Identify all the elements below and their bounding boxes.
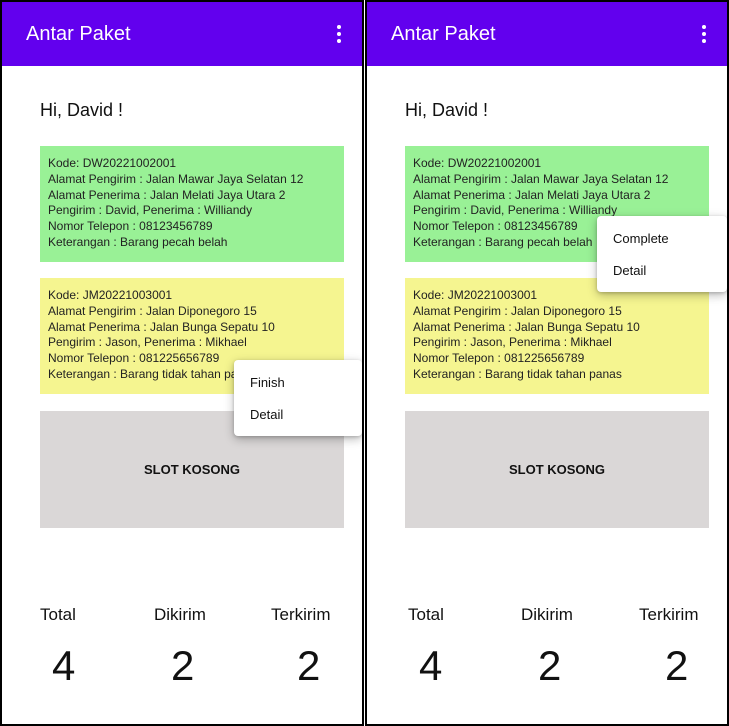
empty-slot-label: SLOT KOSONG bbox=[143, 462, 241, 477]
delivery-code: Kode: DW20221002001 bbox=[48, 156, 177, 170]
delivery-code: Kode: DW20221002001 bbox=[413, 156, 542, 170]
context-menu-left: Finish Detail bbox=[234, 360, 362, 436]
sender-address: Alamat Pengirim : Jalan Diponegoro 15 bbox=[48, 303, 257, 318]
receiver-address: Alamat Penerima : Jalan Bunga Sepatu 10 bbox=[413, 319, 640, 334]
menu-item-finish[interactable]: Finish bbox=[234, 366, 362, 398]
greeting: Hi, David ! bbox=[405, 100, 489, 120]
app-title: Antar Paket bbox=[391, 22, 496, 45]
app-bar: Antar Paket bbox=[2, 2, 362, 66]
phone-screen-right: Antar Paket Hi, David ! Kode: DW20221002… bbox=[365, 0, 729, 726]
sender-address: Alamat Pengirim : Jalan Mawar Jaya Selat… bbox=[413, 171, 669, 186]
sender-receiver: Pengirim : Jason, Penerima : Mikhael bbox=[413, 335, 612, 350]
receiver-address: Alamat Penerima : Jalan Melati Jaya Utar… bbox=[48, 187, 286, 202]
menu-item-detail[interactable]: Detail bbox=[234, 398, 362, 430]
more-vert-icon[interactable] bbox=[330, 20, 348, 48]
stat-delivered-value: 2 bbox=[297, 642, 321, 689]
sender-receiver: Pengirim : Jason, Penerima : Mikhael bbox=[48, 335, 247, 350]
phone-number: Nomor Telepon : 081225656789 bbox=[413, 351, 585, 366]
stat-total-label: Total bbox=[40, 605, 76, 624]
delivery-note: Keterangan : Barang tidak tahan panas bbox=[413, 366, 622, 381]
stat-sent-label: Dikirim bbox=[521, 605, 573, 624]
delivery-card-2[interactable]: Kode: JM20221003001 Alamat Pengirim : Ja… bbox=[405, 278, 709, 394]
phone-number: Nomor Telepon : 08123456789 bbox=[48, 219, 213, 234]
greeting: Hi, David ! bbox=[40, 100, 124, 120]
empty-slot[interactable]: SLOT KOSONG bbox=[405, 411, 709, 528]
receiver-address: Alamat Penerima : Jalan Melati Jaya Utar… bbox=[413, 187, 651, 202]
menu-item-detail[interactable]: Detail bbox=[597, 254, 727, 286]
stat-sent-value: 2 bbox=[171, 642, 195, 689]
delivery-note: Keterangan : Barang pecah belah bbox=[48, 234, 228, 249]
sender-address: Alamat Pengirim : Jalan Mawar Jaya Selat… bbox=[48, 171, 304, 186]
stat-sent-label: Dikirim bbox=[154, 605, 206, 624]
phone-screen-left: Antar Paket Hi, David ! Kode: DW20221002… bbox=[0, 0, 364, 726]
context-menu-right: Complete Detail bbox=[597, 216, 727, 292]
stat-sent-value: 2 bbox=[538, 642, 562, 689]
app-bar: Antar Paket bbox=[367, 2, 727, 66]
receiver-address: Alamat Penerima : Jalan Bunga Sepatu 10 bbox=[48, 319, 275, 334]
sender-address: Alamat Pengirim : Jalan Diponegoro 15 bbox=[413, 303, 622, 318]
delivery-code: Kode: JM20221003001 bbox=[48, 288, 173, 302]
empty-slot-label: SLOT KOSONG bbox=[508, 462, 606, 477]
sender-receiver: Pengirim : David, Penerima : Williandy bbox=[48, 203, 253, 218]
stat-delivered-label: Terkirim bbox=[639, 605, 699, 624]
stat-total-value: 4 bbox=[419, 642, 443, 689]
stat-delivered-label: Terkirim bbox=[271, 605, 331, 624]
stat-total-label: Total bbox=[408, 605, 444, 624]
app-title: Antar Paket bbox=[26, 22, 131, 45]
menu-item-complete[interactable]: Complete bbox=[597, 222, 727, 254]
more-vert-icon[interactable] bbox=[695, 20, 713, 48]
stat-delivered-value: 2 bbox=[665, 642, 689, 689]
stat-total-value: 4 bbox=[52, 642, 76, 689]
delivery-card-1[interactable]: Kode: DW20221002001 Alamat Pengirim : Ja… bbox=[40, 146, 344, 262]
